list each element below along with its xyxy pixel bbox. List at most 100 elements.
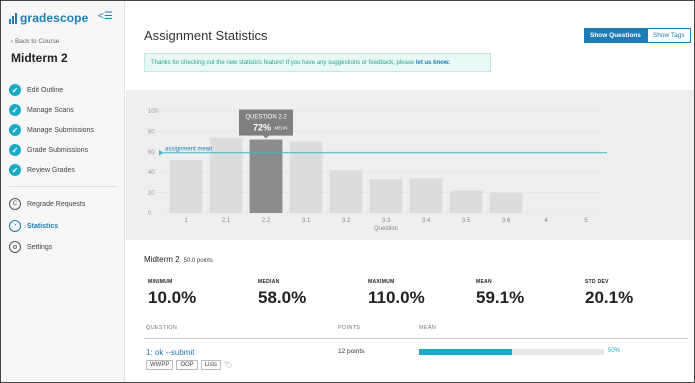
sidebar-divider — [9, 186, 117, 187]
stat-value: 20.1% — [585, 288, 634, 307]
summary-title: Midterm 2 — [144, 255, 180, 264]
sidebar-item-label: Regrade Requests — [27, 200, 86, 208]
app-window: gradescope <☰ ‹ Back to Course Midterm 2… — [0, 0, 695, 383]
stat-label: MINIMUM — [148, 279, 173, 285]
question-tags: WWPP OOP Lists 🏷 — [146, 360, 233, 370]
notice-text: Thanks for checking out the new statisti… — [151, 60, 416, 66]
stat-value: 58.0% — [258, 288, 307, 307]
column-header-points[interactable]: POINTS — [338, 325, 360, 331]
stat-value: 110.0% — [368, 288, 425, 307]
bar-2-1 — [209, 137, 243, 213]
x-tick-label: 2.2 — [262, 218, 271, 224]
check-circle-icon: ✓ — [9, 84, 21, 96]
collapse-menu-icon[interactable]: <☰ — [98, 11, 113, 22]
assignment-mean-label: assignment mean — [165, 147, 212, 153]
sidebar-item-manage-scans[interactable]: ✓ Manage Scans — [9, 103, 74, 117]
settings-icon: ⚙ — [9, 241, 21, 253]
question-points: 12 points — [338, 348, 365, 355]
x-tick-label: 4 — [544, 218, 548, 224]
question-link[interactable]: 1: ok --submit — [146, 348, 194, 357]
sidebar-item-label: Grade Submissions — [27, 146, 89, 154]
sidebar-item-label: Manage Submissions — [27, 126, 94, 134]
check-circle-icon: ✓ — [9, 104, 21, 116]
sidebar-item-statistics[interactable]: ◔ Statistics — [9, 219, 58, 233]
stat-label: MAXIMUM — [368, 279, 395, 285]
stat-minimum: MINIMUM 10.0% — [148, 279, 196, 308]
mean-progress-bar — [419, 349, 604, 355]
column-header-question[interactable]: QUESTION — [146, 325, 177, 331]
stat-mean: MEAN 59.1% — [476, 279, 524, 308]
summary-header: Midterm 2 50.0 points — [144, 255, 213, 264]
tooltip-pointer — [263, 135, 269, 139]
question-mean-chart: 0 20 40 60 80 100 1 2.1 2.2 3.1 3.2 3.3 3.4 3.5 3.6 4 5 Q… — [148, 109, 607, 232]
x-tick-label: 2.1 — [222, 218, 231, 224]
sidebar-item-review-grades[interactable]: ✓ Review Grades — [9, 163, 75, 177]
mean-percent: 50% — [608, 348, 621, 354]
feedback-link[interactable]: let us know. — [416, 60, 450, 66]
check-circle-icon: ✓ — [9, 124, 21, 136]
check-circle-icon: ✓ — [9, 164, 21, 176]
summary-points: 50.0 points — [183, 258, 213, 264]
tag[interactable]: Lists — [200, 360, 222, 370]
show-questions-button[interactable]: Show Questions — [584, 28, 647, 43]
stat-std-dev: STD DEV 20.1% — [585, 279, 633, 308]
y-tick-label: 20 — [148, 191, 155, 197]
view-toggle: Show Questions Show Tags — [584, 28, 691, 43]
x-tick-label: 3.3 — [382, 218, 391, 224]
y-tick-label: 80 — [148, 129, 155, 135]
stat-median: MEDIAN 58.0% — [258, 279, 306, 308]
bar-3-5 — [449, 190, 483, 213]
stat-value: 10.0% — [148, 288, 197, 307]
x-tick-label: 1 — [184, 218, 188, 224]
bar-2-2 — [249, 139, 283, 213]
bar-3-4 — [409, 178, 443, 213]
bar-3-6 — [489, 192, 523, 213]
sidebar-item-edit-outline[interactable]: ✓ Edit Outline — [9, 83, 63, 97]
tooltip-unit: MEAN — [274, 126, 287, 131]
tooltip-title: QUESTION 2.2 — [245, 115, 287, 121]
y-tick-label: 100 — [148, 109, 159, 115]
tooltip-value: 72% — [253, 123, 271, 133]
tag[interactable]: OOP — [176, 360, 198, 370]
bar-3-2 — [329, 170, 363, 213]
course-title: Midterm 2 — [11, 51, 68, 65]
back-to-course-link[interactable]: ‹ Back to Course — [11, 38, 59, 45]
x-tick-label: 3.1 — [302, 218, 311, 224]
statistics-icon: ◔ — [9, 220, 21, 232]
sidebar-item-grade-submissions[interactable]: ✓ Grade Submissions — [9, 143, 88, 157]
y-tick-label: 60 — [148, 150, 155, 156]
stat-label: MEAN — [476, 279, 492, 285]
logo[interactable]: gradescope — [9, 11, 88, 25]
sidebar-item-label: Manage Scans — [27, 106, 74, 114]
stat-value: 59.1% — [476, 288, 525, 307]
x-tick-label: 3.5 — [462, 218, 471, 224]
sidebar-item-settings[interactable]: ⚙ Settings — [9, 240, 52, 254]
x-tick-label: 3.6 — [502, 218, 511, 224]
regrade-icon: C — [9, 198, 21, 210]
stat-label: STD DEV — [585, 279, 609, 285]
sidebar-item-label: Edit Outline — [27, 86, 64, 94]
logo-bars-icon — [9, 12, 17, 24]
page-title: Assignment Statistics — [144, 28, 268, 43]
sidebar-item-label: Review Grades — [27, 166, 75, 174]
x-axis-label: Question — [374, 226, 398, 232]
mean-progress-fill — [419, 349, 512, 355]
sidebar-item-manage-submissions[interactable]: ✓ Manage Submissions — [9, 123, 94, 137]
x-tick-label: 3.2 — [342, 218, 351, 224]
show-tags-button[interactable]: Show Tags — [646, 28, 691, 43]
stat-maximum: MAXIMUM 110.0% — [368, 279, 425, 308]
sidebar-item-regrade-requests[interactable]: C Regrade Requests — [9, 197, 85, 211]
sidebar-item-label: Settings — [27, 243, 53, 251]
sidebar: gradescope <☰ ‹ Back to Course Midterm 2… — [1, 1, 125, 382]
bar-1 — [169, 159, 203, 213]
logo-text: gradescope — [20, 11, 89, 25]
x-tick-label: 3.4 — [422, 218, 431, 224]
column-header-mean[interactable]: MEAN — [419, 325, 436, 331]
check-circle-icon: ✓ — [9, 144, 21, 156]
mean-marker-icon — [159, 149, 163, 156]
y-tick-label: 0 — [148, 211, 152, 217]
edit-tags-icon[interactable]: 🏷 — [224, 361, 233, 369]
tag[interactable]: WWPP — [146, 360, 174, 370]
x-tick-label: 5 — [584, 218, 588, 224]
stat-label: MEDIAN — [258, 279, 280, 285]
